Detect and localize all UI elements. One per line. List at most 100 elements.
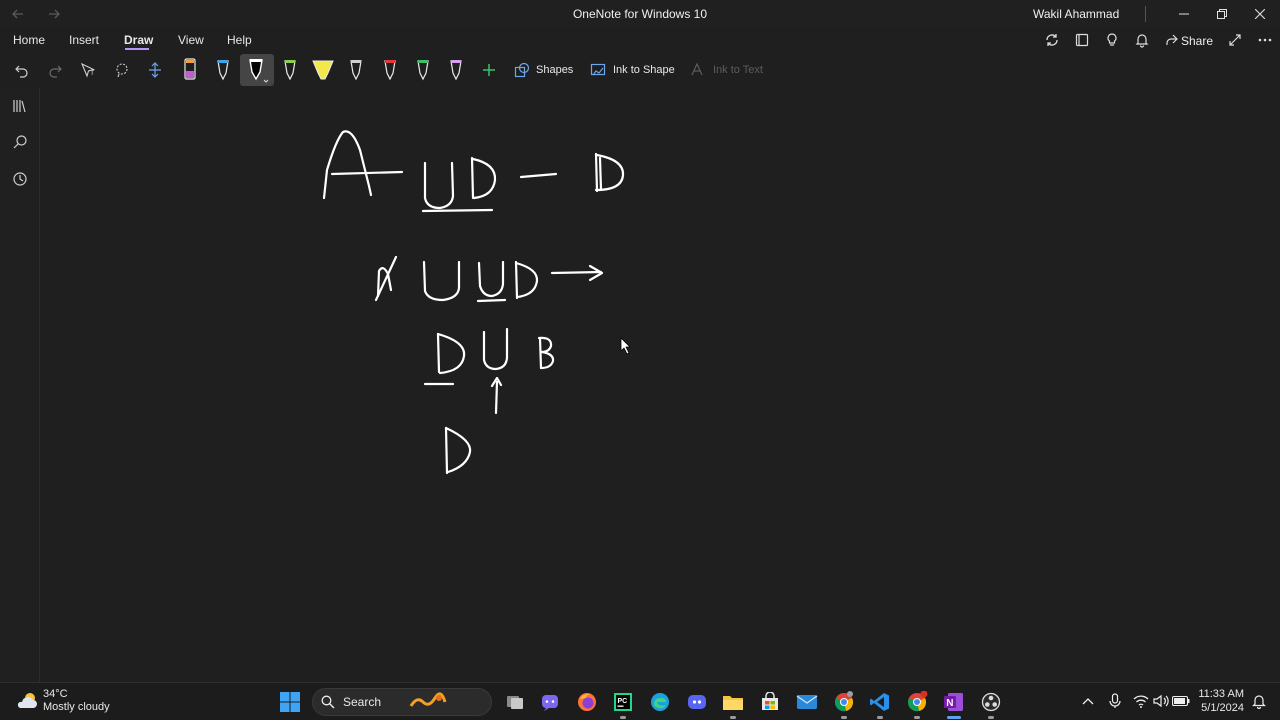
type-select-icon[interactable]: T xyxy=(77,54,101,86)
vscode-icon[interactable] xyxy=(867,689,893,719)
tab-view[interactable]: View xyxy=(178,33,204,47)
title-divider xyxy=(1145,6,1146,22)
pen-green-icon[interactable] xyxy=(278,54,302,86)
file-explorer-icon[interactable] xyxy=(720,689,746,719)
microphone-icon[interactable] xyxy=(1106,692,1124,710)
active-tab-indicator xyxy=(125,48,149,50)
ink-letter-u xyxy=(476,260,507,303)
lasso-select-icon[interactable] xyxy=(110,54,134,86)
bell-icon[interactable] xyxy=(1131,29,1153,51)
edge-icon[interactable] xyxy=(647,689,673,715)
clock-time[interactable]: 11:33 AM xyxy=(1198,688,1244,700)
ink-letter-b xyxy=(537,336,555,370)
running-indicator xyxy=(841,716,847,719)
close-icon[interactable] xyxy=(1241,0,1279,28)
weather-temperature[interactable]: 34°C xyxy=(43,688,68,700)
running-indicator xyxy=(877,716,883,719)
share-icon[interactable] xyxy=(1161,29,1183,51)
pen-lavender-icon[interactable] xyxy=(444,54,468,86)
tab-help[interactable]: Help xyxy=(227,33,252,47)
running-indicator xyxy=(620,716,626,719)
notebook-icon[interactable] xyxy=(1071,29,1093,51)
weather-description[interactable]: Mostly cloudy xyxy=(43,701,110,713)
fullscreen-icon[interactable] xyxy=(1224,29,1246,51)
tab-draw[interactable]: Draw xyxy=(124,33,153,47)
search-icon xyxy=(321,695,335,709)
ink-to-text-button[interactable]: Ink to Text xyxy=(690,54,770,86)
ink-letter-d xyxy=(514,260,539,300)
sync-icon[interactable] xyxy=(1041,29,1063,51)
ink-up-arrow xyxy=(490,376,503,415)
redo-icon[interactable] xyxy=(43,54,67,86)
tab-home[interactable]: Home xyxy=(13,33,45,47)
restore-icon[interactable] xyxy=(1203,0,1241,28)
title-bar: OneNote for Windows 10 Wakil Ahammad xyxy=(0,0,1280,28)
mouse-cursor-icon xyxy=(620,337,631,355)
ink-letter-a xyxy=(322,130,404,200)
draw-toolbar: T Shapes Ink to Shape Ink to Text xyxy=(0,54,1280,86)
onenote-icon[interactable]: N xyxy=(941,689,967,719)
volume-icon[interactable] xyxy=(1152,692,1170,710)
clock-date[interactable]: 5/1/2024 xyxy=(1198,702,1244,714)
chrome-icon[interactable] xyxy=(904,689,930,719)
pen-purple-icon[interactable] xyxy=(178,54,202,86)
tab-insert[interactable]: Insert xyxy=(69,33,99,47)
wifi-icon[interactable] xyxy=(1132,692,1150,710)
recent-icon[interactable] xyxy=(9,168,31,190)
running-indicator xyxy=(988,716,994,719)
navigation-rail xyxy=(0,88,40,682)
undo-icon[interactable] xyxy=(10,54,34,86)
lightbulb-icon[interactable] xyxy=(1101,29,1123,51)
ink-underline xyxy=(421,208,494,213)
notebooks-icon[interactable] xyxy=(9,95,31,117)
microsoft-store-icon[interactable] xyxy=(757,689,783,715)
search-highlight-icon xyxy=(409,692,447,707)
ink-letter-d xyxy=(594,152,625,193)
taskbar-search-input[interactable]: Search xyxy=(312,688,492,716)
share-button[interactable]: Share xyxy=(1181,34,1213,48)
highlighter-yellow-icon[interactable] xyxy=(309,54,337,86)
pen-gray-icon[interactable] xyxy=(344,54,368,86)
forward-arrow-icon[interactable] xyxy=(38,0,70,28)
ink-letter-u xyxy=(482,327,509,371)
notification-bell-icon[interactable] xyxy=(1250,692,1268,710)
ink-letter-d xyxy=(444,426,472,475)
discord-icon[interactable] xyxy=(684,689,710,715)
obs-icon[interactable] xyxy=(978,689,1004,719)
back-arrow-icon[interactable] xyxy=(2,0,34,28)
ink-to-shape-icon xyxy=(590,63,606,76)
pycharm-icon[interactable]: PC xyxy=(610,689,636,719)
svg-text:N: N xyxy=(946,698,953,709)
chevron-up-icon[interactable] xyxy=(1079,692,1097,710)
add-space-icon[interactable] xyxy=(143,54,167,86)
minimize-icon[interactable] xyxy=(1165,0,1203,28)
shapes-label: Shapes xyxy=(536,64,574,76)
teams-chat-icon[interactable] xyxy=(537,689,563,715)
ink-letter-d xyxy=(423,332,466,386)
more-options-icon[interactable] xyxy=(1254,29,1276,51)
firefox-icon[interactable] xyxy=(574,689,600,715)
svg-text:T: T xyxy=(90,70,95,77)
search-icon[interactable] xyxy=(9,131,31,153)
pen-teal-icon[interactable] xyxy=(411,54,435,86)
mail-icon[interactable] xyxy=(794,689,820,715)
add-pen-icon[interactable] xyxy=(478,54,500,86)
user-name[interactable]: Wakil Ahammad xyxy=(1033,7,1119,21)
pen-white-icon[interactable] xyxy=(211,54,235,86)
search-placeholder: Search xyxy=(343,695,382,709)
ink-to-shape-button[interactable]: Ink to Shape xyxy=(590,54,678,86)
task-view-icon[interactable] xyxy=(502,689,528,715)
chrome-profile-icon[interactable] xyxy=(831,689,857,719)
shapes-button[interactable]: Shapes xyxy=(514,54,578,86)
running-indicator xyxy=(914,716,920,719)
ink-to-shape-label: Ink to Shape xyxy=(613,64,675,76)
ink-letter-d xyxy=(470,156,497,200)
battery-icon[interactable] xyxy=(1172,692,1190,710)
weather-cloud-icon[interactable] xyxy=(14,688,40,714)
windows-start-icon[interactable] xyxy=(277,689,303,715)
ink-drawing[interactable] xyxy=(41,88,1280,682)
page-canvas[interactable] xyxy=(41,88,1280,682)
pen-black-selected-icon[interactable] xyxy=(240,54,274,86)
running-indicator xyxy=(730,716,736,719)
pen-red-icon[interactable] xyxy=(378,54,402,86)
